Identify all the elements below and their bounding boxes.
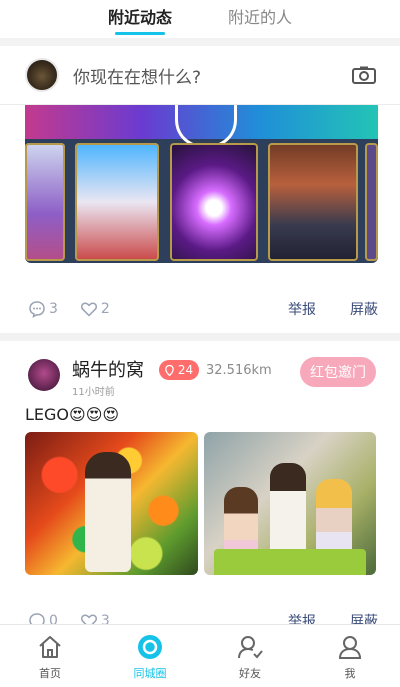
author-name[interactable]: 蜗牛的窝	[72, 356, 144, 382]
tabbar-label: 同城圈	[133, 667, 167, 680]
post-time: 11小时前	[72, 387, 115, 398]
circle-icon	[138, 635, 162, 659]
block-link[interactable]: 屏蔽	[350, 611, 378, 625]
composer-prompt[interactable]: 你现在在想什么?	[73, 63, 352, 88]
red-packet-button[interactable]: 红包邀门	[300, 357, 376, 387]
friends-icon	[238, 636, 263, 659]
feed: 3 2 举报 屏蔽 蜗牛的窝 24 32.516km 11小时前 红包邀门 LE…	[0, 105, 400, 625]
comment-count: 3	[49, 301, 58, 317]
post-composer[interactable]: 你现在在想什么?	[0, 46, 400, 105]
tabbar-item-me[interactable]: 我	[300, 625, 400, 687]
report-link[interactable]: 举报	[288, 299, 316, 319]
post-photo-2[interactable]	[204, 432, 376, 575]
home-icon	[39, 636, 61, 658]
user-avatar[interactable]	[25, 58, 59, 92]
profile-icon	[338, 636, 362, 659]
tab-nearby-posts[interactable]: 附近动态	[80, 0, 200, 35]
tabbar-item-friends[interactable]: 好友	[200, 625, 300, 687]
badge-count: 24	[177, 363, 194, 377]
tabbar-label: 我	[344, 667, 356, 680]
post-actions: 0 3 举报 屏蔽	[28, 610, 378, 625]
location-badge: 24	[159, 360, 199, 380]
report-link[interactable]: 举报	[288, 611, 316, 625]
post-image[interactable]	[25, 105, 378, 263]
post-caption: LEGO😍😍😍	[25, 405, 120, 424]
post-actions: 3 2 举报 屏蔽	[28, 298, 378, 320]
heart-icon	[80, 302, 97, 317]
post-divider	[0, 333, 400, 341]
camera-icon[interactable]	[352, 66, 376, 84]
like-button[interactable]: 2	[80, 300, 110, 318]
distance-label: 32.516km	[206, 363, 272, 378]
post-photo-1[interactable]	[25, 432, 198, 575]
tabbar-label: 好友	[239, 667, 261, 680]
tabbar-item-home[interactable]: 首页	[0, 625, 100, 687]
tab-nearby-people[interactable]: 附近的人	[200, 0, 320, 28]
photo-bench	[214, 549, 366, 575]
photo-figure	[85, 452, 131, 572]
comment-icon	[29, 301, 45, 318]
block-link[interactable]: 屏蔽	[350, 299, 378, 319]
bottom-tab-bar: 首页 同城圈 好友 我	[0, 624, 400, 687]
tabbar-label: 首页	[39, 667, 61, 680]
location-pin-icon	[165, 364, 174, 376]
top-tab-bar: 附近动态 附近的人	[0, 0, 400, 38]
like-count: 2	[100, 301, 110, 317]
tabbar-item-city-circle[interactable]: 同城圈	[100, 625, 200, 687]
comment-button[interactable]: 3	[28, 300, 58, 318]
author-avatar[interactable]	[28, 359, 60, 391]
